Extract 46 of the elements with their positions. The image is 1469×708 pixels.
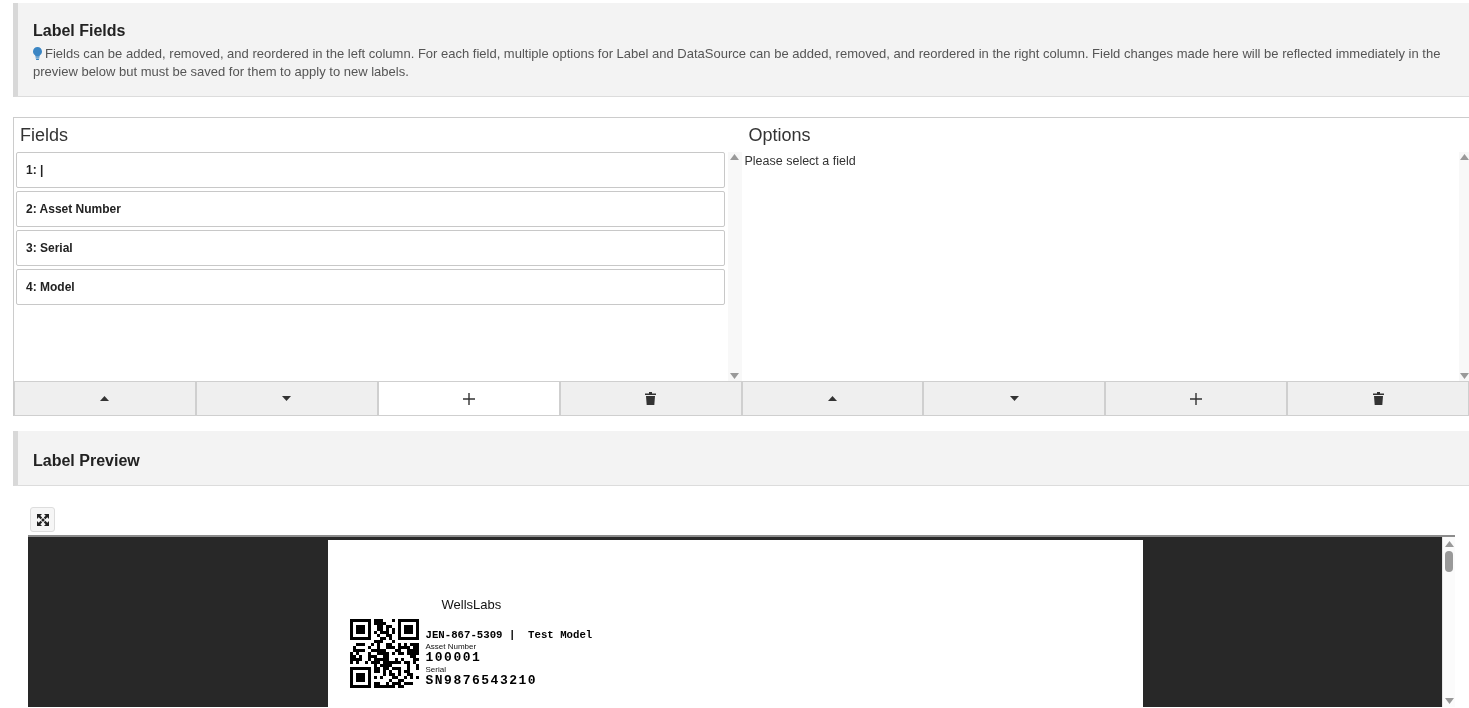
field-caption: Serial [425, 665, 446, 674]
column-title: Options [747, 124, 812, 147]
field-caption: Asset Number [425, 642, 477, 651]
move-down-button[interactable] [195, 381, 378, 416]
caret-down-icon [282, 396, 292, 401]
delete-button[interactable] [1287, 381, 1469, 416]
scroll-up-arrow-icon[interactable] [1459, 154, 1469, 160]
field-value: 100001 [425, 651, 482, 664]
lightbulb-icon [33, 47, 42, 60]
field-item[interactable]: 3: Serial [16, 230, 725, 266]
caret-up-icon [827, 396, 837, 401]
trash-icon [645, 392, 657, 405]
empty-message: Please select a field [743, 153, 856, 170]
move-down-button[interactable] [923, 381, 1106, 416]
trash-icon [1372, 392, 1384, 405]
panel-description: Fields can be added, removed, and reordered in the left column. For each field, multiple options for Label and DataSource can be added, removed, and reordered in the right column. Field changes made here will be reflected immediately in the preview below but must be saved for them to apply to new labels. [33, 45, 1442, 81]
delete-button[interactable] [559, 381, 742, 416]
expand-button[interactable] [30, 507, 55, 532]
scroll-down-arrow-icon[interactable] [1459, 373, 1469, 379]
scroll-down-arrow-icon[interactable] [730, 373, 739, 379]
field-item[interactable]: 1: | [16, 152, 725, 188]
column-title: Fields [19, 124, 69, 147]
field-value: SN9876543210 [425, 674, 538, 687]
field-item[interactable]: 4: Model [16, 269, 725, 305]
scrollbar-thumb[interactable] [1445, 551, 1453, 572]
scroll-up-arrow-icon[interactable] [730, 154, 739, 160]
move-up-button[interactable] [741, 381, 924, 416]
plus-icon [1190, 392, 1203, 405]
scrollbar-track[interactable] [727, 152, 742, 381]
scrollbar-track[interactable] [1459, 152, 1469, 381]
add-button[interactable] [1105, 381, 1288, 416]
panel-title: Label Fields [33, 21, 127, 41]
label-text-line: JEN-867-5309 | Test Model [425, 629, 593, 641]
scrollbar-track[interactable] [1442, 537, 1455, 707]
qr-code-drawing [349, 619, 419, 688]
scroll-up-arrow-icon[interactable] [1444, 541, 1454, 547]
plus-icon [462, 392, 475, 405]
caret-down-icon [1009, 396, 1019, 401]
caret-up-icon [100, 396, 110, 401]
field-item[interactable]: 2: Asset Number [16, 191, 725, 227]
scroll-down-arrow-icon[interactable] [1444, 698, 1454, 704]
move-up-button[interactable] [14, 381, 196, 416]
panel-title: Label Preview [33, 451, 141, 471]
company-name: WellsLabs [441, 597, 502, 612]
expand-icon [36, 513, 49, 526]
add-button[interactable] [377, 381, 560, 416]
